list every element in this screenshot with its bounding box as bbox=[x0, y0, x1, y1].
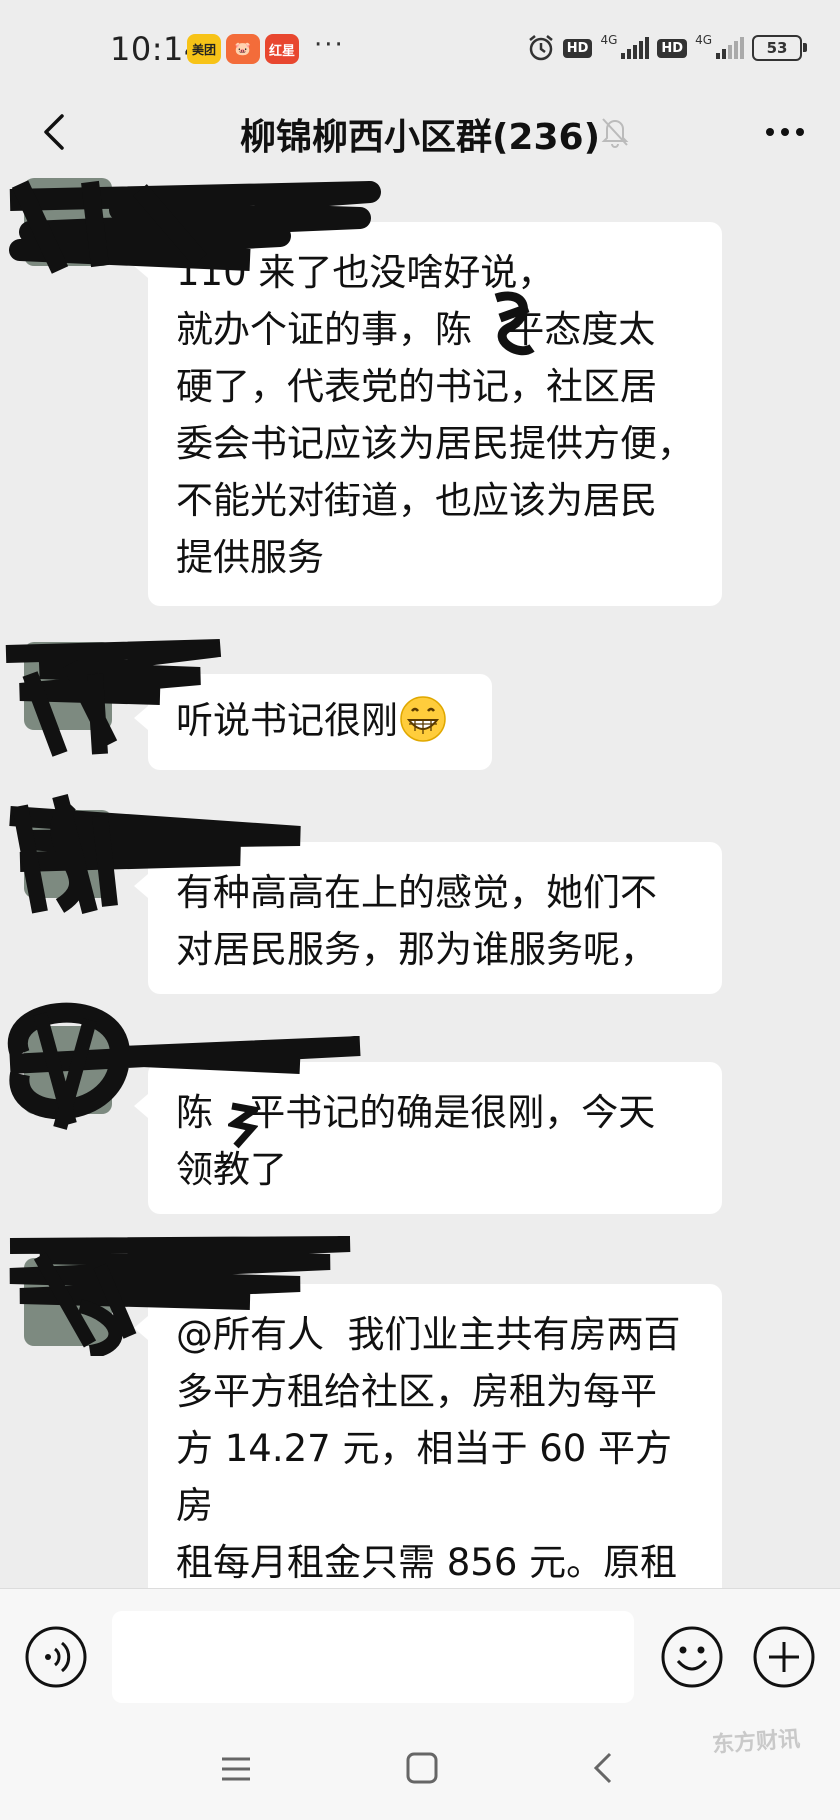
avatar[interactable] bbox=[24, 642, 112, 730]
avatar[interactable] bbox=[24, 1258, 112, 1346]
input-bar bbox=[0, 1588, 840, 1719]
hd-indicator-2: HD bbox=[657, 38, 688, 58]
emoji-icon[interactable] bbox=[660, 1625, 724, 1689]
grinning-emoji-icon bbox=[400, 695, 446, 742]
signal-icon bbox=[621, 37, 650, 59]
watermark: 东方财讯 bbox=[711, 1726, 801, 1759]
menu-icon[interactable] bbox=[216, 1752, 256, 1786]
message-input[interactable] bbox=[112, 1611, 634, 1703]
more-notifications-icon: ··· bbox=[314, 30, 345, 60]
avatar[interactable] bbox=[24, 810, 112, 898]
battery-icon: 53 bbox=[752, 35, 807, 61]
avatar[interactable] bbox=[24, 1026, 112, 1114]
pig-app-icon: 🐷 bbox=[226, 34, 260, 64]
more-options-icon[interactable] bbox=[760, 112, 810, 152]
back-icon[interactable] bbox=[588, 1748, 618, 1788]
chat-title: 柳锦柳西小区群(236) bbox=[239, 117, 601, 158]
message-list[interactable]: 110 来了也没啥好说， 就办个证的事，陈 平态度太 硬了，代表党的书记，社区居… bbox=[0, 170, 840, 1588]
status-bar: 10:14 美团 🐷 红星 ··· HD 4G HD 4G 53 bbox=[0, 0, 840, 100]
hd-indicator: HD bbox=[562, 38, 593, 58]
message-bubble[interactable]: 有种高高在上的感觉，她们不 对居民服务，那为谁服务呢， bbox=[134, 842, 722, 994]
network-type-2: 4G bbox=[695, 33, 712, 47]
mute-bell-icon bbox=[601, 118, 629, 148]
chat-header: 柳锦柳西小区群(236) bbox=[0, 100, 840, 166]
message-bubble[interactable]: 听说书记很刚 bbox=[134, 674, 492, 770]
message-text: 听说书记很刚 bbox=[176, 699, 398, 742]
avatar[interactable] bbox=[24, 178, 112, 266]
home-icon[interactable] bbox=[404, 1750, 440, 1786]
signal-icon-2 bbox=[716, 37, 744, 59]
status-indicators: HD 4G HD 4G 53 bbox=[527, 33, 807, 62]
message-bubble[interactable]: 陈 平书记的确是很刚，今天 领教了 bbox=[134, 1062, 722, 1214]
plus-icon[interactable] bbox=[752, 1625, 816, 1689]
message-bubble[interactable]: @所有人 我们业主共有房两百 多平方租给社区，房租为每平 方 14.27 元，相… bbox=[134, 1284, 722, 1588]
voice-input-icon[interactable] bbox=[24, 1625, 88, 1689]
meituan-app-icon: 美团 bbox=[187, 34, 221, 64]
network-type: 4G bbox=[600, 33, 618, 47]
red-star-app-icon: 红星 bbox=[265, 34, 299, 64]
system-nav-bar: 东方财讯 bbox=[0, 1718, 840, 1820]
alarm-icon bbox=[529, 35, 553, 61]
message-bubble[interactable]: 110 来了也没啥好说， 就办个证的事，陈 平态度太 硬了，代表党的书记，社区居… bbox=[134, 222, 722, 606]
